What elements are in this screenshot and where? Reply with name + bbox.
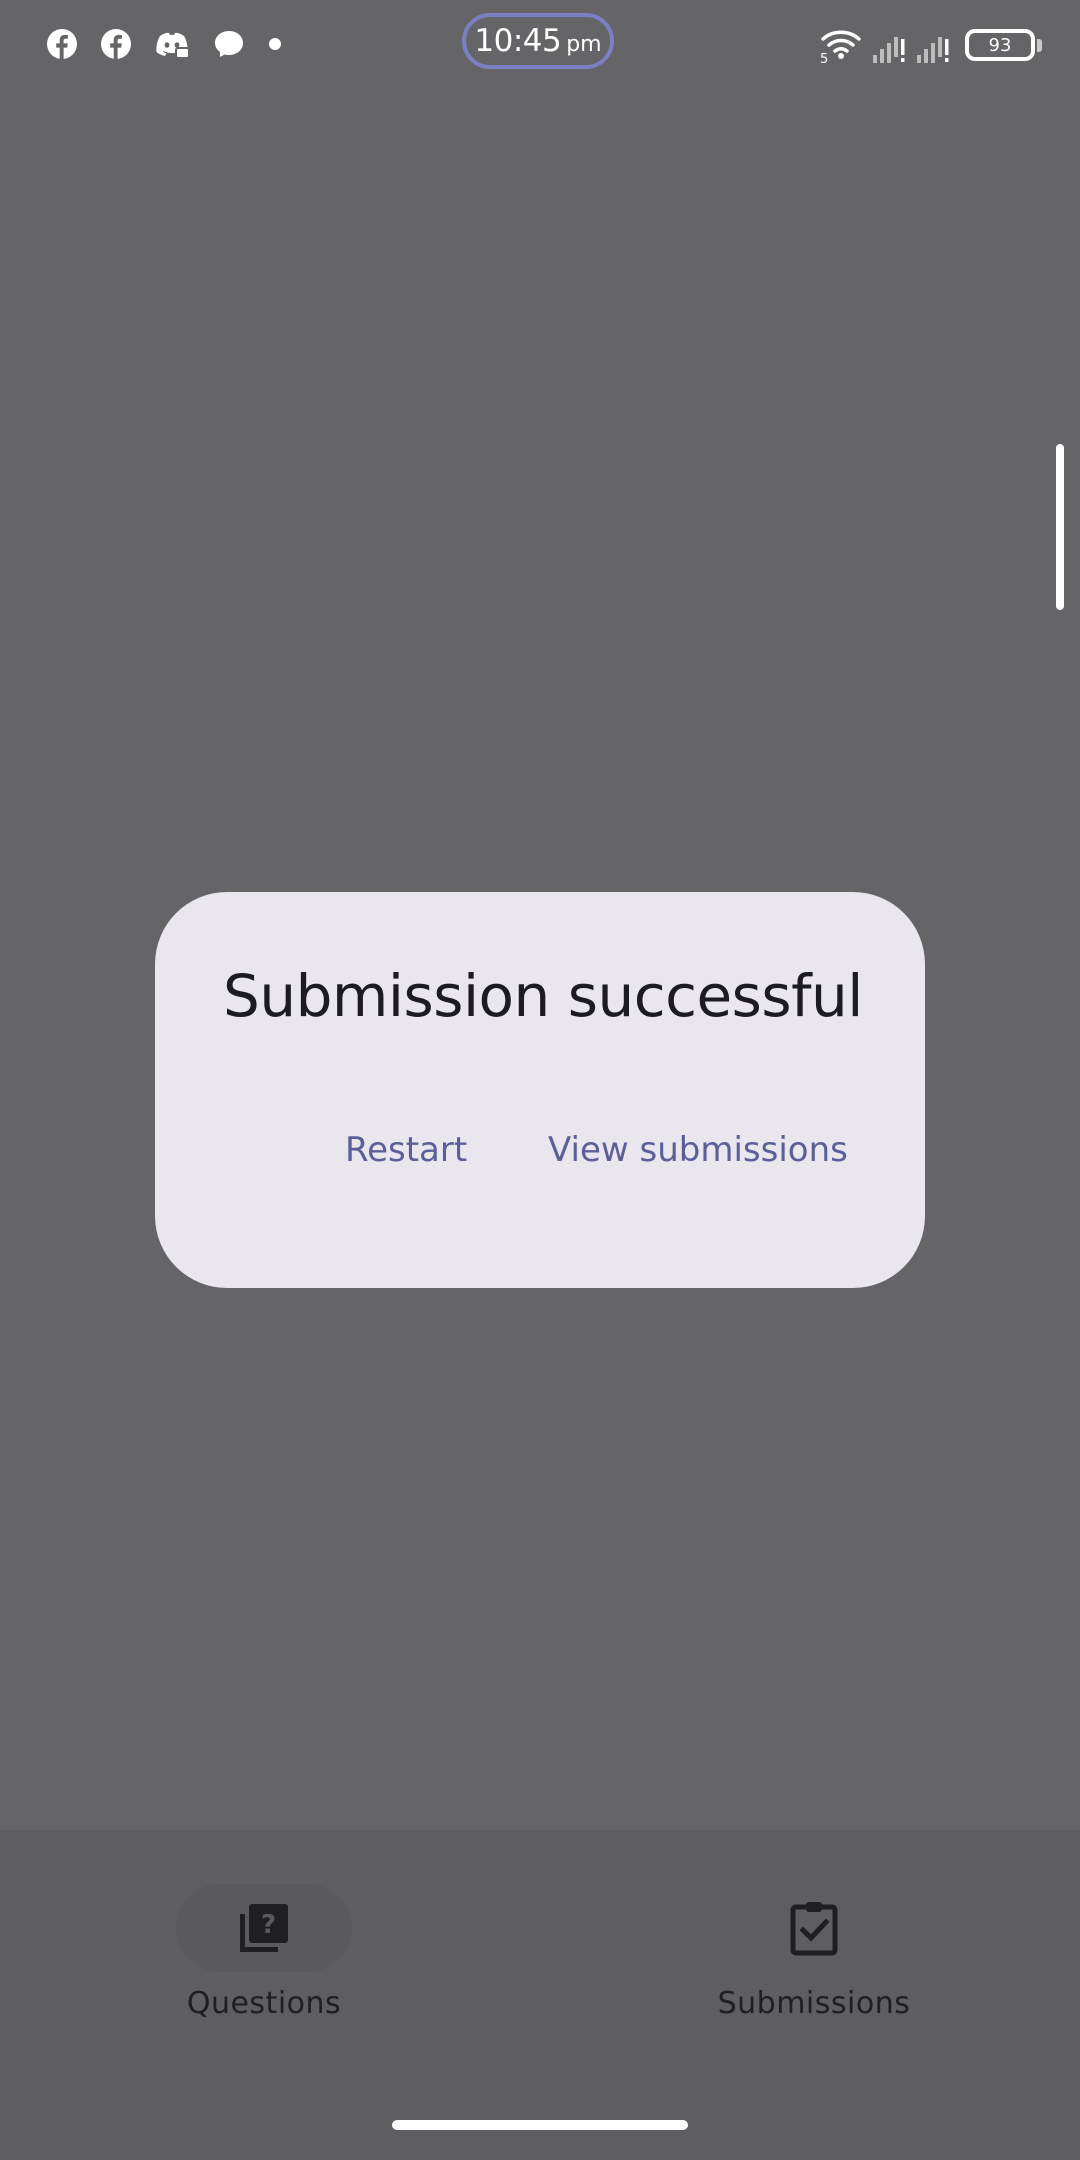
assignment-check-icon xyxy=(784,1898,844,1958)
battery-tip xyxy=(1037,38,1042,52)
signal-icon xyxy=(915,25,951,65)
quiz-icon: ? xyxy=(234,1898,294,1958)
notification-icons xyxy=(46,24,282,64)
dialog-title: Submission successful xyxy=(223,962,863,1030)
messenger-icon xyxy=(212,28,246,60)
more-notifications-dot xyxy=(268,37,282,51)
bottom-navigation: ? Questions Submissions xyxy=(0,1830,1080,2160)
svg-text:?: ? xyxy=(261,1910,276,1940)
nav-item-questions[interactable]: ? Questions xyxy=(134,1884,394,2034)
nav-label-questions: Questions xyxy=(186,1986,342,2021)
battery-icon: 93 xyxy=(965,29,1035,61)
facebook-icon xyxy=(46,28,78,60)
wifi-icon: 5 xyxy=(819,25,863,65)
nav-item-submissions[interactable]: Submissions xyxy=(684,1884,944,2034)
scrollbar-thumb[interactable] xyxy=(1056,444,1064,610)
system-icons: 5 93 xyxy=(819,22,1042,68)
clock-ampm: pm xyxy=(566,31,602,57)
home-gesture-bar[interactable] xyxy=(392,2120,688,2130)
view-submissions-button[interactable]: View submissions xyxy=(548,1130,848,1170)
clock-time: 10:45 xyxy=(474,23,562,59)
submission-dialog: Submission successful Restart View submi… xyxy=(155,892,925,1288)
nav-label-submissions: Submissions xyxy=(717,1986,911,2021)
svg-text:5: 5 xyxy=(820,52,828,65)
clock: 10:45 pm xyxy=(462,13,614,69)
restart-button[interactable]: Restart xyxy=(345,1130,467,1170)
status-bar: 10:45 pm 5 93 xyxy=(0,0,1080,90)
discord-icon xyxy=(154,28,190,60)
signal-icon xyxy=(871,25,907,65)
battery-level: 93 xyxy=(988,34,1012,56)
facebook-icon xyxy=(100,28,132,60)
